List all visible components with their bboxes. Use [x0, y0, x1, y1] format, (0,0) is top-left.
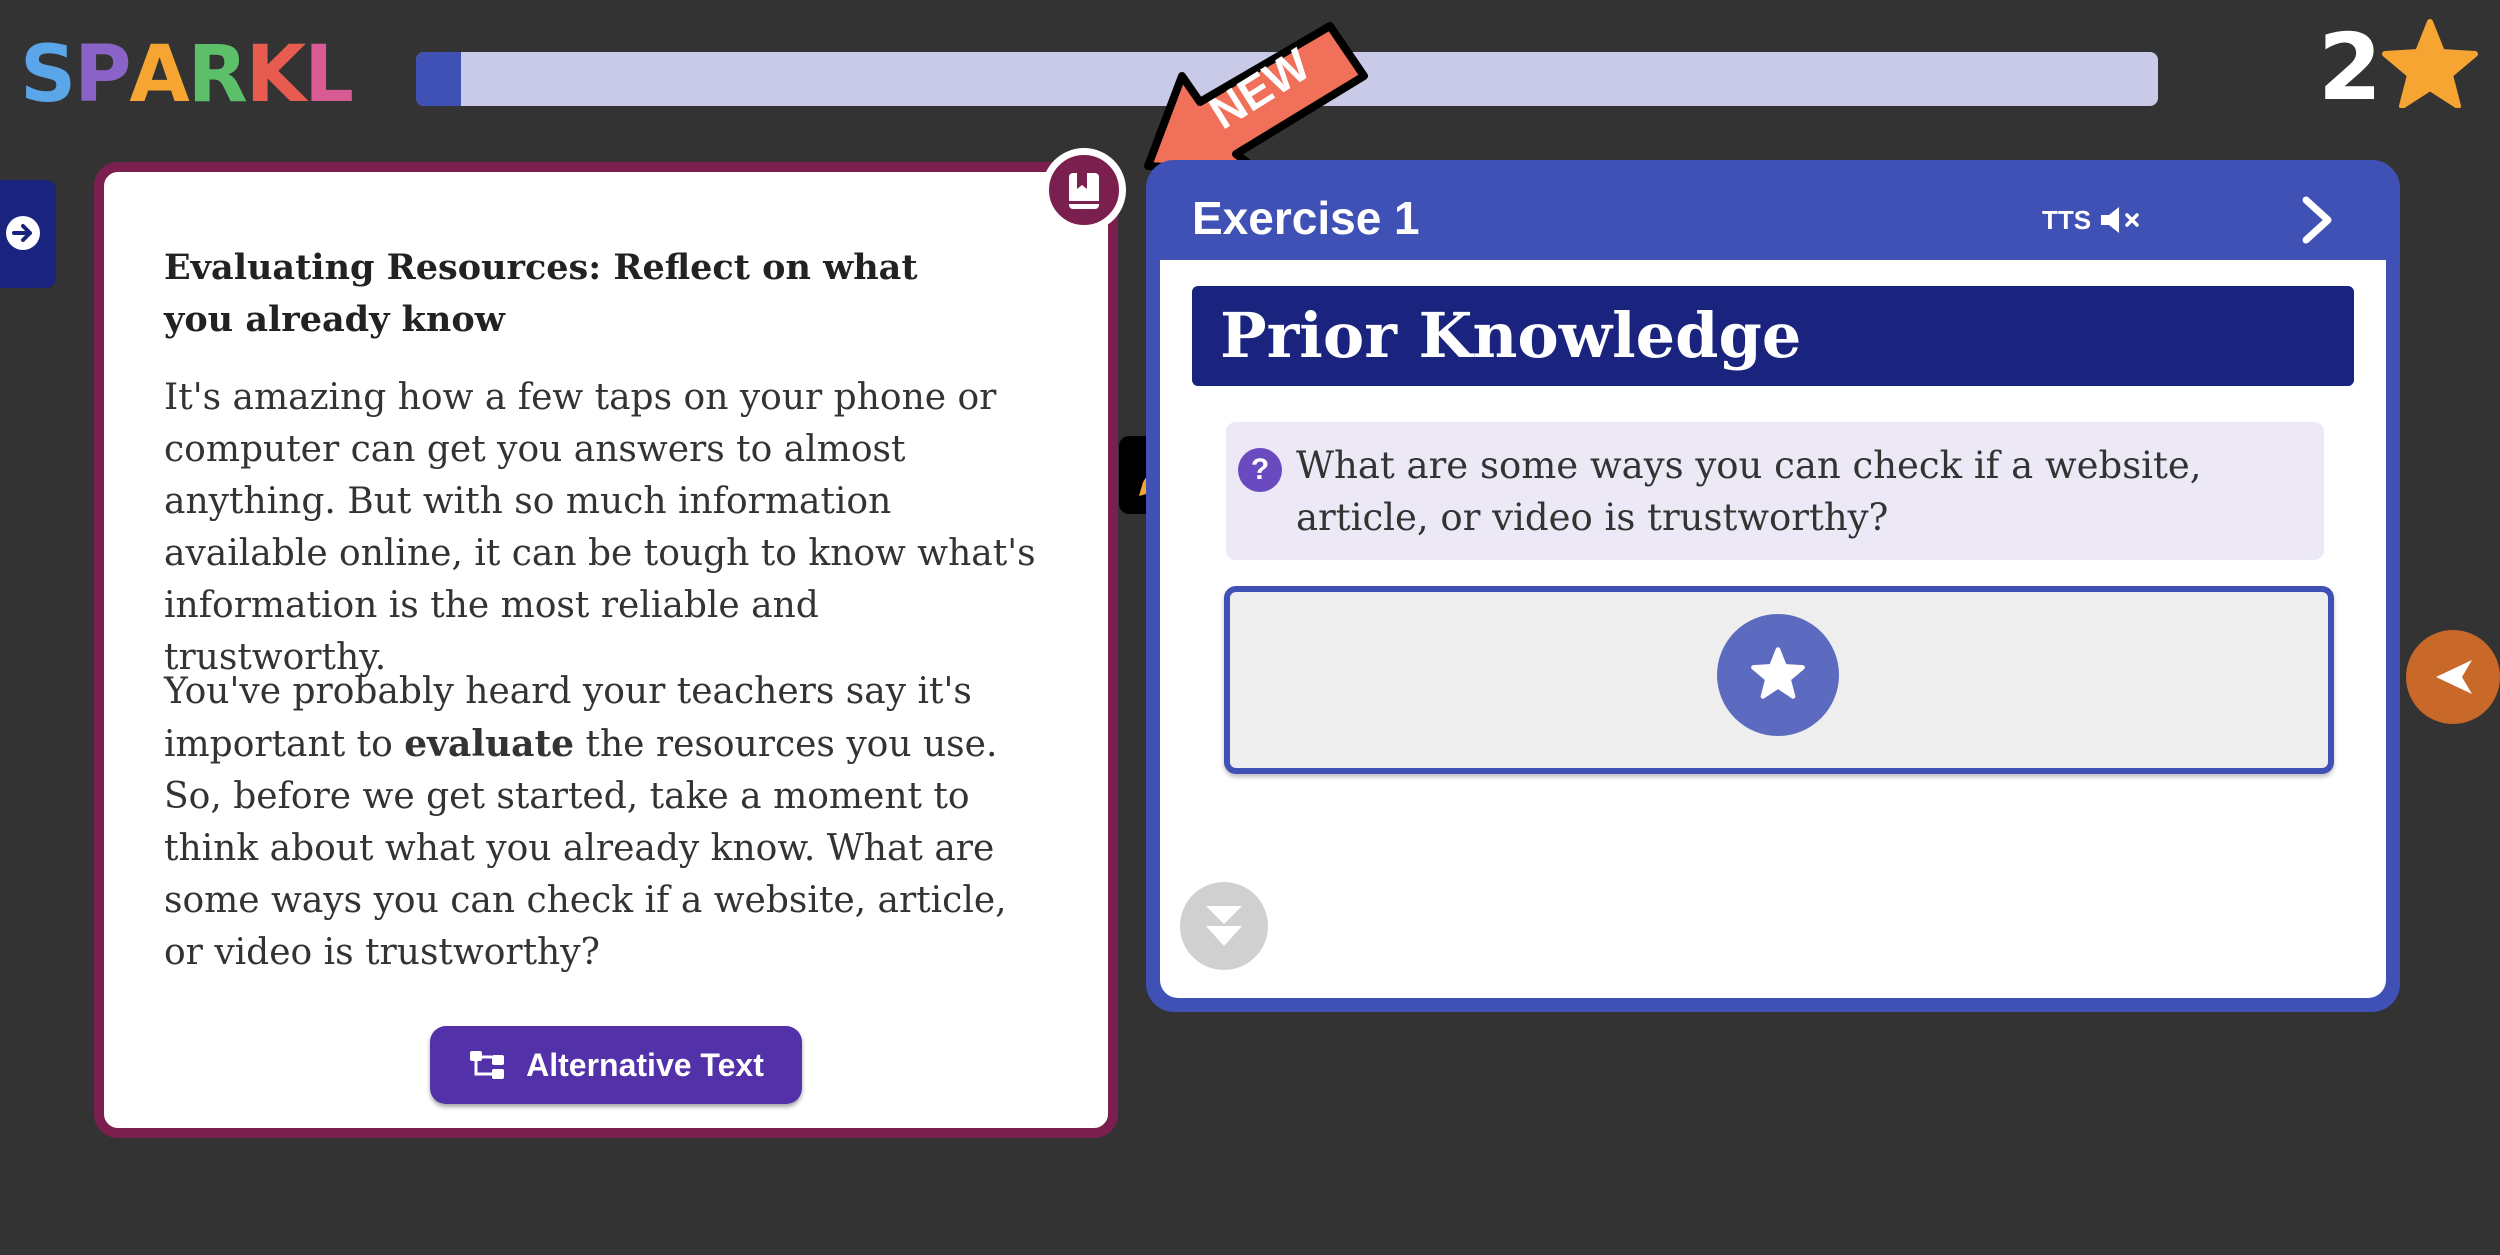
alternative-text-label: Alternative Text [526, 1046, 764, 1083]
double-chevron-down-icon [1206, 906, 1242, 946]
arrow-right-circle-icon [6, 216, 40, 250]
exercise-body: Prior Knowledge ? What are some ways you… [1160, 260, 2386, 998]
reading-panel: Evaluating Resources: Reflect on what yo… [94, 162, 1197, 1138]
open-right-panel-button[interactable] [2406, 630, 2500, 724]
exercise-title: Exercise 1 [1192, 192, 1420, 244]
logo-letter: P [74, 30, 131, 120]
reading-title: Evaluating Resources: Reflect on what yo… [164, 247, 918, 340]
star-icon [2382, 19, 2478, 108]
logo-letter: R [187, 30, 248, 120]
open-sidebar-tab[interactable] [0, 180, 56, 288]
hierarchy-icon [470, 1051, 505, 1079]
speaker-muted-icon [2101, 207, 2139, 233]
question-text: What are some ways you can check if a we… [1296, 444, 2202, 539]
answer-star-button[interactable] [1717, 614, 1839, 736]
answer-input-area[interactable] [1224, 586, 2334, 774]
logo-letter: S [20, 30, 76, 120]
star-icon [1751, 647, 1805, 699]
alternative-text-button[interactable]: Alternative Text [430, 1026, 802, 1104]
sparkl-logo: SPARKL [20, 30, 354, 120]
logo-letter: K [245, 30, 306, 120]
progress-bar-fill [416, 52, 462, 106]
section-header: Prior Knowledge [1192, 286, 2354, 386]
emphasis-text: evaluate [404, 723, 575, 765]
chevron-right-icon [2302, 196, 2332, 244]
reading-paragraph: It's amazing how a few taps on your phon… [164, 377, 1036, 678]
reading-paragraph: You've probably heard your teachers say … [164, 666, 1044, 979]
new-feature-badge: NEW [1144, 22, 1368, 176]
bookmark-button[interactable] [1042, 148, 1126, 232]
tts-toggle[interactable]: TTS [2042, 200, 2143, 240]
scroll-down-button[interactable] [1180, 882, 1268, 970]
tts-label: TTS [2042, 205, 2092, 235]
logo-letter: A [129, 30, 189, 120]
logo-letter: L [304, 30, 354, 120]
question-icon: ? [1238, 448, 1282, 492]
chevron-left-icon [2436, 660, 2472, 694]
exercise-panel: Exercise 1 TTS Prior Knowledge ? What ar… [1146, 160, 2400, 1012]
question-box: ? What are some ways you can check if a … [1226, 422, 2324, 560]
star-count: 2 [2318, 14, 2383, 121]
bookmark-icon [1069, 173, 1099, 209]
next-exercise-button[interactable] [2286, 188, 2346, 252]
